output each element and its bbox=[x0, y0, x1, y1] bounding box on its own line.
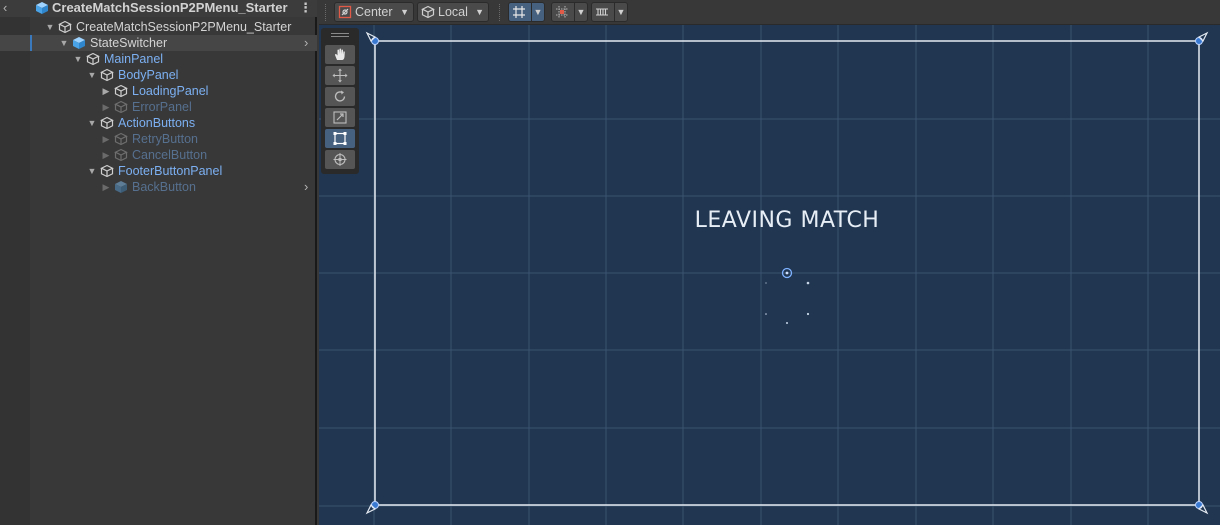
hand-tool-icon bbox=[335, 48, 345, 60]
unity-scene-cube-icon bbox=[36, 2, 48, 14]
rect-handle-top-left[interactable] bbox=[371, 37, 379, 45]
gameobject-cube-icon bbox=[100, 164, 114, 178]
prefab-cube-icon bbox=[115, 181, 127, 193]
rotate-tool-button[interactable] bbox=[325, 87, 355, 106]
grid-snap-icon bbox=[513, 6, 525, 18]
move-tool-button[interactable] bbox=[325, 66, 355, 85]
selection-indicator bbox=[30, 35, 32, 51]
gameobject-cube-icon bbox=[114, 100, 128, 114]
snap-grid-icon bbox=[556, 6, 568, 18]
tree-item-root[interactable]: ▼ CreateMatchSessionP2PMenu_Starter bbox=[0, 19, 317, 35]
gameobject-cube-icon bbox=[58, 20, 72, 34]
gameobject-cube-icon bbox=[100, 68, 114, 82]
space-local-dropdown[interactable]: Local ▼ bbox=[417, 2, 489, 22]
chevron-right-icon[interactable]: › bbox=[304, 179, 314, 195]
transform-tool-icon bbox=[333, 153, 347, 166]
expand-right-icon[interactable]: ▶ bbox=[100, 147, 112, 163]
move-tool-icon bbox=[332, 68, 348, 83]
snap-increment-button[interactable] bbox=[551, 2, 575, 22]
pivot-dot bbox=[785, 271, 789, 275]
chevron-right-icon[interactable]: › bbox=[304, 35, 314, 51]
expand-right-icon[interactable]: ▶ bbox=[100, 99, 112, 115]
gameobject-cube-icon bbox=[114, 84, 128, 98]
tree-item-cancelbutton[interactable]: ▶ CancelButton bbox=[0, 147, 317, 163]
expand-down-icon[interactable]: ▼ bbox=[86, 67, 98, 83]
expand-down-icon[interactable]: ▼ bbox=[44, 19, 56, 35]
scale-tool-button[interactable] bbox=[325, 108, 355, 127]
snap-options-dropdown[interactable]: ▼ bbox=[574, 2, 588, 22]
scale-tool-icon bbox=[333, 111, 347, 124]
tree-item-label: CancelButton bbox=[132, 148, 208, 162]
tree-item-loadingpanel[interactable]: ▶ LoadingPanel bbox=[0, 83, 317, 99]
expand-down-icon[interactable]: ▼ bbox=[86, 115, 98, 131]
tool-palette bbox=[321, 28, 359, 174]
ruler-icon bbox=[596, 8, 608, 16]
tree-item-label: BodyPanel bbox=[118, 68, 179, 82]
palette-grip[interactable] bbox=[331, 33, 349, 37]
gameobject-cube-icon bbox=[114, 132, 128, 146]
tree-item-label: MainPanel bbox=[104, 52, 164, 66]
rect-handle-bottom-left[interactable] bbox=[371, 501, 379, 509]
scene-toolbar: Center ▼ Local ▼ ▼ ▼ ▼ bbox=[319, 0, 1220, 25]
local-space-cube-icon bbox=[421, 5, 435, 19]
hand-tool-button[interactable] bbox=[325, 45, 355, 64]
tree-item-label: RetryButton bbox=[132, 132, 199, 146]
toolbar-grip[interactable] bbox=[499, 4, 501, 21]
rect-tool-icon bbox=[333, 132, 347, 145]
tree-item-actionbuttons[interactable]: ▼ ActionButtons bbox=[0, 115, 317, 131]
tree-item-stateswitcher[interactable]: ▼ StateSwitcher › bbox=[0, 35, 317, 51]
expand-right-icon[interactable]: ▶ bbox=[100, 131, 112, 147]
tree-item-errorpanel[interactable]: ▶ ErrorPanel bbox=[0, 99, 317, 115]
tree-item-label: LoadingPanel bbox=[132, 84, 209, 98]
tree-item-mainpanel[interactable]: ▼ MainPanel bbox=[0, 51, 317, 67]
dropdown-arrow-icon: ▼ bbox=[475, 7, 484, 17]
rect-handle-top-right[interactable] bbox=[1195, 37, 1203, 45]
pivot-label: Center bbox=[355, 5, 393, 19]
expand-down-icon[interactable]: ▼ bbox=[58, 35, 70, 51]
prefab-cube-icon bbox=[73, 37, 85, 49]
toolbar-grip[interactable] bbox=[325, 4, 327, 21]
pivot-center-icon bbox=[338, 5, 352, 19]
back-arrow-icon[interactable]: ‹ bbox=[3, 1, 15, 15]
expand-right-icon[interactable]: ▶ bbox=[100, 179, 112, 195]
gameobject-cube-icon bbox=[114, 148, 128, 162]
transform-tool-button[interactable] bbox=[325, 150, 355, 169]
tree-item-label: ActionButtons bbox=[118, 116, 196, 130]
tree-item-label: BackButton bbox=[132, 180, 196, 194]
pivot-center-dropdown[interactable]: Center ▼ bbox=[334, 2, 414, 22]
rect-tool-button[interactable] bbox=[325, 129, 355, 148]
gameobject-cube-icon bbox=[100, 116, 114, 130]
ruler-button[interactable] bbox=[591, 2, 615, 22]
scene-view: Center ▼ Local ▼ ▼ ▼ ▼ LEAVING MATCH bbox=[319, 0, 1220, 525]
tree-item-label: CreateMatchSessionP2PMenu_Starter bbox=[76, 20, 292, 34]
expand-right-icon[interactable]: ▶ bbox=[100, 83, 112, 99]
prefab-title: CreateMatchSessionP2PMenu_Starter bbox=[52, 0, 288, 15]
tree-item-label: StateSwitcher bbox=[90, 36, 168, 50]
hierarchy-header: ‹ CreateMatchSessionP2PMenu_Starter ⋮ bbox=[0, 0, 317, 17]
leaving-match-text: LEAVING MATCH bbox=[694, 208, 880, 233]
ruler-options-dropdown[interactable]: ▼ bbox=[614, 2, 628, 22]
rotate-tool-icon bbox=[334, 90, 346, 102]
tree-item-retrybutton[interactable]: ▶ RetryButton bbox=[0, 131, 317, 147]
space-label: Local bbox=[438, 5, 468, 19]
tree-item-label: FooterButtonPanel bbox=[118, 164, 223, 178]
kebab-menu-icon[interactable]: ⋮ bbox=[299, 1, 312, 15]
rect-handle-bottom-right[interactable] bbox=[1195, 501, 1203, 509]
gameobject-cube-icon bbox=[86, 52, 100, 66]
expand-down-icon[interactable]: ▼ bbox=[86, 163, 98, 179]
dropdown-arrow-icon: ▼ bbox=[400, 7, 409, 17]
grid-options-dropdown[interactable]: ▼ bbox=[531, 2, 545, 22]
tree-item-bodypanel[interactable]: ▼ BodyPanel bbox=[0, 67, 317, 83]
expand-down-icon[interactable]: ▼ bbox=[72, 51, 84, 67]
grid-visibility-button[interactable] bbox=[508, 2, 532, 22]
tree-item-backbutton[interactable]: ▶ BackButton › bbox=[0, 179, 317, 195]
tree-item-label: ErrorPanel bbox=[132, 100, 192, 114]
tree-item-footerbuttonpanel[interactable]: ▼ FooterButtonPanel bbox=[0, 163, 317, 179]
scene-canvas[interactable] bbox=[319, 25, 1220, 525]
hierarchy-panel: ‹ CreateMatchSessionP2PMenu_Starter ⋮ ▼ … bbox=[0, 0, 317, 525]
